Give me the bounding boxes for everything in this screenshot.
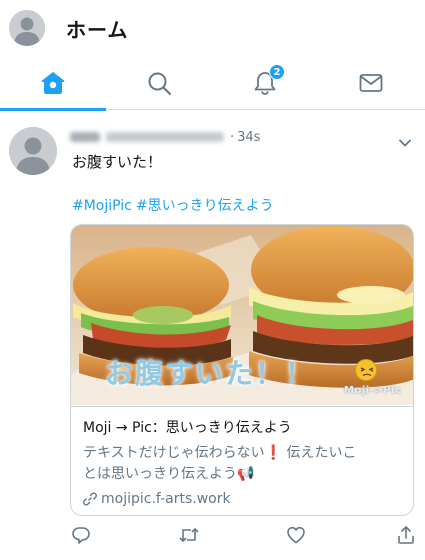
author-name-redacted[interactable]	[70, 132, 100, 142]
card-description-text: テキストだけじゃ伝わらない	[83, 445, 265, 461]
meta-separator: ·	[230, 129, 235, 145]
page-title: ホーム	[66, 18, 129, 42]
like-button[interactable]	[286, 525, 306, 549]
mail-icon	[359, 74, 383, 92]
tab-home[interactable]	[0, 56, 106, 111]
grimace-emoji-icon	[355, 359, 377, 381]
card-title: Moji → Pic：思いっきり伝えよう	[83, 420, 292, 436]
card-image-caption: お腹すいた！！	[105, 357, 316, 390]
share-icon	[398, 526, 414, 544]
tweet-timestamp[interactable]: 34s	[237, 130, 260, 145]
chevron-down-icon	[399, 139, 411, 147]
card-description: テキストだけじゃ伝わらない❗ 伝えたいこ とは思いっきり伝えよう📢	[83, 443, 405, 485]
card-description-line: テキストだけじゃ伝わらない❗ 伝えたいこ	[83, 443, 405, 464]
reply-icon	[72, 527, 90, 544]
tweet[interactable]: · 34s お腹すいた！ #MojiPic #思いっきり伝えよう お腹すいた！！…	[0, 111, 425, 560]
card-description-text: 伝えたいこ	[282, 445, 357, 461]
share-button[interactable]	[396, 525, 416, 549]
home-icon	[41, 72, 65, 94]
tab-notifications[interactable]: 2	[212, 56, 318, 110]
profile-avatar[interactable]	[9, 10, 45, 46]
default-avatar-icon	[9, 127, 57, 175]
author-avatar[interactable]	[9, 127, 57, 175]
notification-badge: 2	[269, 64, 285, 80]
link-preview-card[interactable]: お腹すいた！！ Moji->Pic Moji → Pic：思いっきり伝えよう テ…	[70, 224, 414, 516]
link-icon	[83, 492, 97, 506]
card-image-watermark: Moji->Pic	[344, 385, 402, 396]
tweet-meta: · 34s	[70, 128, 260, 146]
card-url[interactable]: mojipic.f-arts.work	[83, 491, 403, 507]
exclamation-emoji-icon: ❗	[264, 445, 283, 461]
tweet-hashtags: #MojiPic #思いっきり伝えよう	[72, 195, 278, 215]
card-url-text: mojipic.f-arts.work	[101, 491, 231, 507]
reply-button[interactable]	[71, 525, 91, 549]
author-handle-redacted[interactable]	[106, 132, 224, 142]
heart-icon	[287, 526, 305, 544]
hashtag-link[interactable]: #MojiPic	[72, 198, 132, 214]
tab-messages[interactable]	[318, 56, 424, 110]
retweet-button[interactable]	[178, 525, 200, 549]
tweet-text: お腹すいた！	[72, 153, 163, 171]
retweet-icon	[179, 528, 199, 542]
default-avatar-icon	[9, 10, 45, 46]
tab-search[interactable]	[106, 56, 212, 110]
tab-bar: 2	[0, 56, 425, 111]
card-image[interactable]: お腹すいた！！ Moji->Pic	[71, 225, 413, 405]
tweet-menu-button[interactable]	[398, 133, 412, 152]
top-header: ホーム	[0, 0, 425, 56]
card-description-line: とは思いっきり伝えよう📢	[83, 466, 255, 482]
card-info[interactable]: Moji → Pic：思いっきり伝えよう テキストだけじゃ伝わらない❗ 伝えたい…	[71, 406, 413, 515]
search-icon	[148, 72, 171, 95]
hashtag-link[interactable]: #思いっきり伝えよう	[136, 198, 274, 214]
tweet-actions	[0, 521, 425, 551]
